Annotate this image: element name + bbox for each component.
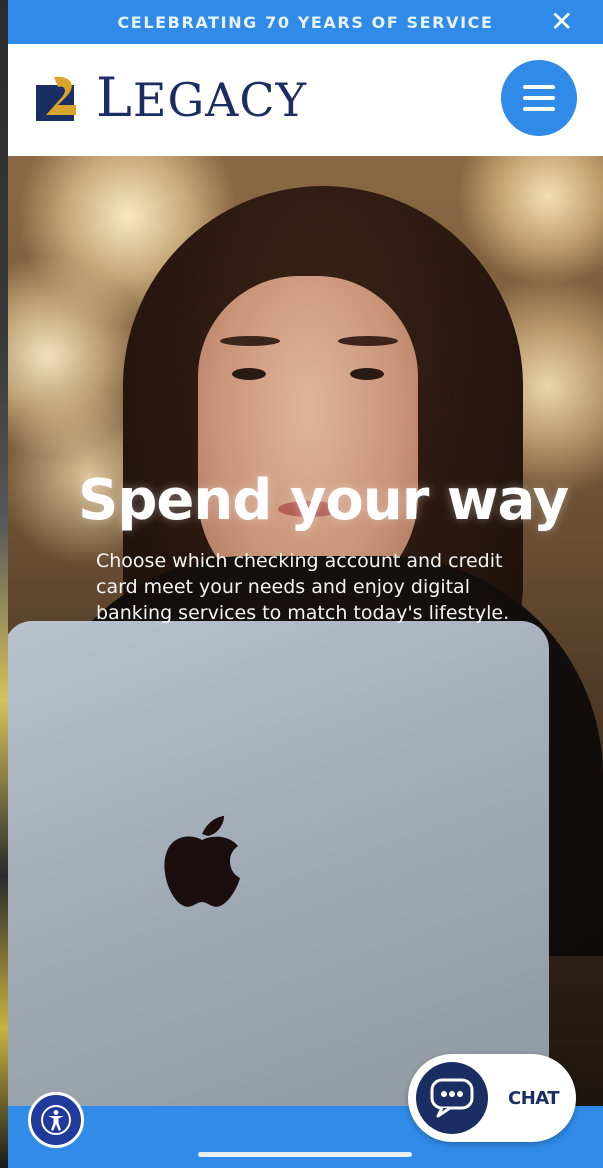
hero-banner: Spend your way Choose which checking acc…	[8, 156, 603, 1106]
background-strip	[0, 0, 8, 1168]
site-header: LEGACY	[8, 44, 603, 156]
logo-wordmark-initial: L	[96, 66, 133, 129]
home-indicator	[198, 1152, 412, 1157]
logo-wordmark: LEGACY	[96, 71, 307, 127]
legacy-logo[interactable]: LEGACY	[36, 71, 307, 127]
chat-label: CHAT	[508, 1087, 560, 1109]
hero-title: Spend your way	[78, 468, 569, 533]
apple-logo-icon	[164, 816, 240, 907]
hero-description: Choose which checking account and credit…	[96, 550, 510, 624]
logo-mark-icon	[36, 75, 90, 123]
mobile-viewport: CELEBRATING 70 YEARS OF SERVICE ✕ LEGACY	[8, 0, 603, 1168]
accessibility-icon	[41, 1105, 71, 1135]
announcement-bar: CELEBRATING 70 YEARS OF SERVICE ✕	[8, 0, 603, 44]
hamburger-menu-button[interactable]	[501, 60, 577, 136]
hero-photo-laptop	[8, 621, 549, 1106]
hamburger-menu-icon	[523, 85, 555, 89]
announcement-text: CELEBRATING 70 YEARS OF SERVICE	[117, 12, 494, 32]
logo-wordmark-rest: EGACY	[132, 73, 307, 127]
chat-button[interactable]: CHAT	[408, 1054, 576, 1142]
accessibility-button[interactable]	[28, 1092, 84, 1148]
close-icon[interactable]: ✕	[550, 5, 575, 39]
chat-bubble-icon	[430, 1078, 474, 1118]
